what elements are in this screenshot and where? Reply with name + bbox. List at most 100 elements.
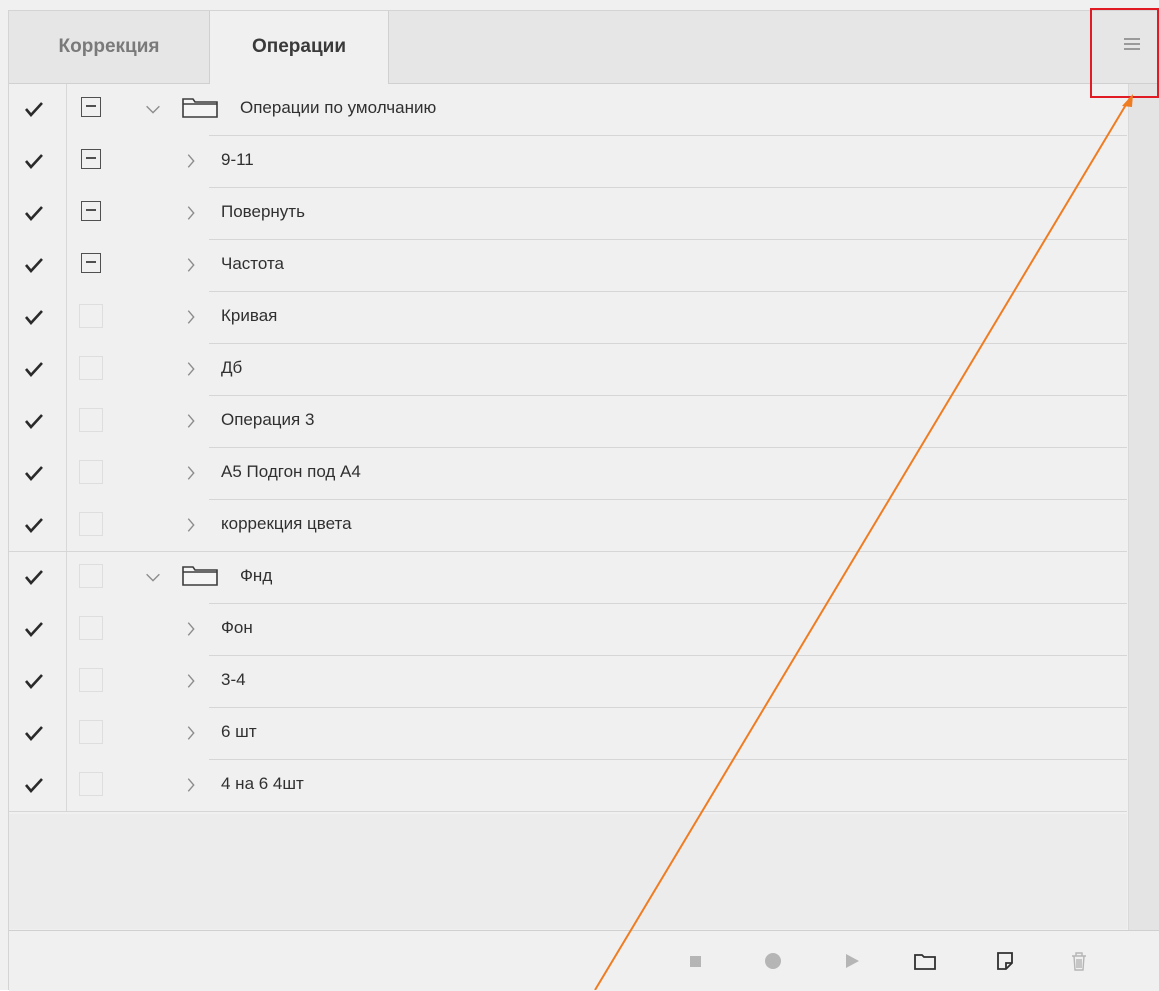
column-divider bbox=[66, 396, 67, 448]
dialog-toggle-empty[interactable] bbox=[79, 772, 103, 796]
column-divider bbox=[66, 760, 67, 812]
checkmark-icon bbox=[25, 778, 43, 793]
dialog-toggle-icon[interactable] bbox=[81, 97, 101, 117]
column-divider bbox=[66, 292, 67, 344]
action-label: 3-4 bbox=[221, 670, 246, 689]
dialog-toggle-empty[interactable] bbox=[79, 304, 103, 328]
menu-highlight-box bbox=[1090, 8, 1159, 98]
action-label: Частота bbox=[221, 254, 285, 273]
action-row[interactable]: коррекция цвета bbox=[9, 500, 1127, 552]
column-divider bbox=[66, 708, 67, 760]
dialog-toggle-icon[interactable] bbox=[81, 253, 101, 273]
play-icon[interactable] bbox=[837, 947, 865, 975]
checkmark-icon bbox=[25, 310, 43, 325]
checkmark-icon bbox=[25, 518, 43, 533]
action-label: Кривая bbox=[221, 306, 278, 325]
checkmark-icon bbox=[25, 362, 43, 377]
action-set-label: Фнд bbox=[240, 566, 273, 585]
dialog-toggle-empty[interactable] bbox=[79, 356, 103, 380]
action-label: 6 шт bbox=[221, 722, 257, 741]
action-row[interactable]: Повернуть bbox=[9, 188, 1127, 240]
row-separator bbox=[9, 811, 1127, 812]
panel-tab-bar: Коррекция Операции bbox=[9, 11, 1159, 84]
action-label: 9-11 bbox=[221, 150, 254, 169]
scrollbar[interactable] bbox=[1128, 84, 1159, 930]
checkmark-icon bbox=[25, 726, 43, 741]
action-row[interactable]: Частота bbox=[9, 240, 1127, 292]
column-divider bbox=[66, 136, 67, 188]
checkmark-icon bbox=[25, 258, 43, 273]
tab-adjustments[interactable]: Коррекция bbox=[9, 11, 209, 83]
chevron-right-icon[interactable] bbox=[181, 254, 201, 276]
action-row[interactable]: 4 на 6 4шт bbox=[9, 760, 1127, 812]
action-row[interactable]: 3-4 bbox=[9, 656, 1127, 708]
actions-list: Операции по умолчанию 9-11 Повернуть Частот… bbox=[9, 84, 1127, 812]
dialog-toggle-icon[interactable] bbox=[81, 201, 101, 221]
folder-icon bbox=[182, 98, 218, 118]
action-row[interactable]: Кривая bbox=[9, 292, 1127, 344]
chevron-right-icon[interactable] bbox=[181, 618, 201, 640]
checkmark-icon bbox=[25, 154, 43, 169]
checkmark-icon bbox=[25, 674, 43, 689]
chevron-right-icon[interactable] bbox=[181, 202, 201, 224]
chevron-right-icon[interactable] bbox=[181, 410, 201, 432]
tab-actions[interactable]: Операции bbox=[209, 11, 389, 84]
action-row[interactable]: 9-11 bbox=[9, 136, 1127, 188]
chevron-right-icon[interactable] bbox=[181, 358, 201, 380]
action-set-row[interactable]: Операции по умолчанию bbox=[9, 84, 1127, 136]
action-label: Операция 3 bbox=[221, 410, 315, 429]
action-row[interactable]: Операция 3 bbox=[9, 396, 1127, 448]
dialog-toggle-empty[interactable] bbox=[79, 616, 103, 640]
checkmark-icon bbox=[25, 622, 43, 637]
stop-icon[interactable] bbox=[681, 947, 709, 975]
column-divider bbox=[66, 448, 67, 500]
action-label: Фон bbox=[221, 618, 253, 637]
chevron-right-icon[interactable] bbox=[181, 670, 201, 692]
dialog-toggle-empty[interactable] bbox=[79, 512, 103, 536]
delete-trash-icon[interactable] bbox=[1065, 947, 1093, 975]
chevron-right-icon[interactable] bbox=[181, 514, 201, 536]
action-row[interactable]: 6 шт bbox=[9, 708, 1127, 760]
column-divider bbox=[66, 604, 67, 656]
chevron-right-icon[interactable] bbox=[181, 774, 201, 796]
action-row[interactable]: Дб bbox=[9, 344, 1127, 396]
action-label: Дб bbox=[221, 358, 243, 377]
chevron-right-icon[interactable] bbox=[181, 150, 201, 172]
action-row[interactable]: Фон bbox=[9, 604, 1127, 656]
checkmark-icon bbox=[25, 102, 43, 117]
dialog-toggle-empty[interactable] bbox=[79, 720, 103, 744]
folder-icon bbox=[182, 566, 218, 586]
column-divider bbox=[66, 84, 67, 136]
action-label: А5 Подгон под А4 bbox=[221, 462, 361, 481]
new-action-icon[interactable] bbox=[991, 947, 1019, 975]
dialog-toggle-empty[interactable] bbox=[79, 408, 103, 432]
dialog-toggle-empty[interactable] bbox=[79, 564, 103, 588]
dialog-toggle-empty[interactable] bbox=[79, 668, 103, 692]
chevron-right-icon[interactable] bbox=[181, 306, 201, 328]
record-icon[interactable] bbox=[759, 947, 787, 975]
list-empty-area bbox=[9, 814, 1127, 929]
new-set-folder-icon[interactable] bbox=[911, 947, 939, 975]
column-divider bbox=[66, 344, 67, 396]
column-divider bbox=[66, 240, 67, 292]
column-divider bbox=[66, 188, 67, 240]
chevron-right-icon[interactable] bbox=[181, 462, 201, 484]
column-divider bbox=[66, 552, 67, 604]
checkmark-icon bbox=[25, 206, 43, 221]
chevron-down-icon[interactable] bbox=[143, 98, 163, 120]
action-row[interactable]: А5 Подгон под А4 bbox=[9, 448, 1127, 500]
action-set-label: Операции по умолчанию bbox=[240, 98, 437, 117]
checkmark-icon bbox=[25, 570, 43, 585]
chevron-right-icon[interactable] bbox=[181, 722, 201, 744]
dialog-toggle-icon[interactable] bbox=[81, 149, 101, 169]
column-divider bbox=[66, 656, 67, 708]
panel-bottom-toolbar bbox=[9, 930, 1159, 991]
checkmark-icon bbox=[25, 414, 43, 429]
chevron-down-icon[interactable] bbox=[143, 566, 163, 588]
dialog-toggle-empty[interactable] bbox=[79, 460, 103, 484]
action-label: коррекция цвета bbox=[221, 514, 352, 533]
action-label: 4 на 6 4шт bbox=[221, 774, 304, 793]
column-divider bbox=[66, 500, 67, 552]
action-set-row[interactable]: Фнд bbox=[9, 552, 1127, 604]
checkmark-icon bbox=[25, 466, 43, 481]
